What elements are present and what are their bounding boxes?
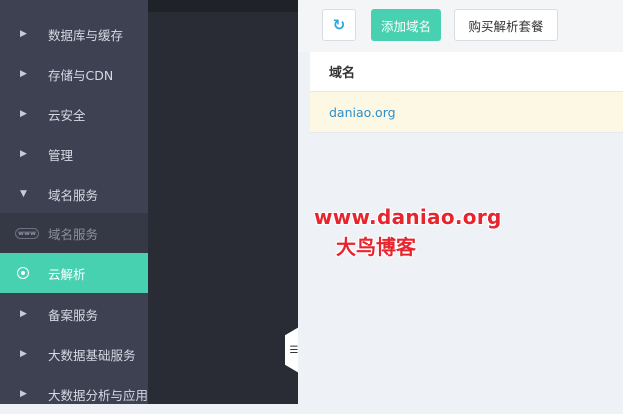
domain-link[interactable]: daniao.org xyxy=(329,105,396,120)
sidebar-item-bigdata-analytics[interactable]: ▶ 大数据分析与应用 xyxy=(0,374,148,414)
caret-right-icon: ▶ xyxy=(20,349,27,359)
sidebar-item-cloud-dns[interactable]: 云解析 xyxy=(0,253,148,293)
watermark-url: www.daniao.org xyxy=(314,205,502,229)
sidebar-item-label: 域名服务 xyxy=(48,187,99,203)
sidebar-item-bigdata-basic[interactable]: ▶ 大数据基础服务 xyxy=(0,334,148,374)
sidebar-item-label: 大数据分析与应用 xyxy=(48,387,149,403)
sidebar-item-storage-cdn[interactable]: ▶ 存储与CDN xyxy=(0,54,148,94)
sidebar-item-database-cache[interactable]: ▶ 数据库与缓存 xyxy=(0,14,148,54)
watermark-name: 大鸟博客 xyxy=(336,235,416,259)
sidebar-subitem-domain-services[interactable]: www 域名服务 xyxy=(0,213,148,253)
caret-right-icon: ▶ xyxy=(20,309,27,319)
dns-ring-icon xyxy=(17,267,29,279)
sidebar-item-management[interactable]: ▶ 管理 xyxy=(0,134,148,174)
sidebar-item-label: 备案服务 xyxy=(48,307,99,323)
sidebar-item-label: 存储与CDN xyxy=(48,67,114,83)
caret-right-icon: ▶ xyxy=(20,29,27,39)
caret-right-icon: ▶ xyxy=(20,389,27,399)
caret-right-icon: ▶ xyxy=(20,109,27,119)
sidebar-item-label: 数据库与缓存 xyxy=(48,27,124,43)
secondary-panel xyxy=(148,0,298,404)
table-row[interactable]: daniao.org xyxy=(310,92,623,133)
main-content: ↻ 添加域名 购买解析套餐 域名 daniao.org xyxy=(298,0,623,404)
toolbar: ↻ 添加域名 购买解析套餐 xyxy=(298,0,623,52)
buy-package-button[interactable]: 购买解析套餐 xyxy=(454,9,558,41)
sidebar-item-label: 管理 xyxy=(48,147,74,163)
caret-down-icon: ▼ xyxy=(20,189,27,199)
sidebar-item-cloud-security[interactable]: ▶ 云安全 xyxy=(0,94,148,134)
caret-right-icon: ▶ xyxy=(20,69,27,79)
sidebar-item-label: 域名服务 xyxy=(48,226,99,242)
panel-top-bar xyxy=(148,0,298,12)
www-icon: www xyxy=(15,227,40,239)
refresh-button[interactable]: ↻ xyxy=(322,9,356,41)
caret-right-icon: ▶ xyxy=(20,149,27,159)
table-empty-area xyxy=(310,133,623,404)
add-domain-button[interactable]: 添加域名 xyxy=(371,9,441,41)
sidebar-item-domain-services[interactable]: ▼ 域名服务 xyxy=(0,174,148,214)
sidebar-item-label: 云安全 xyxy=(48,107,86,123)
sidebar-item-label: 大数据基础服务 xyxy=(48,347,136,363)
refresh-icon: ↻ xyxy=(332,16,346,34)
sidebar-nav: ▶ 数据库与缓存 ▶ 存储与CDN ▶ 云安全 ▶ 管理 ▼ 域名服务 www … xyxy=(0,0,148,404)
sidebar-item-icp-filing[interactable]: ▶ 备案服务 xyxy=(0,294,148,334)
table-header-domain: 域名 xyxy=(310,52,623,92)
sidebar-item-label: 云解析 xyxy=(48,266,86,282)
